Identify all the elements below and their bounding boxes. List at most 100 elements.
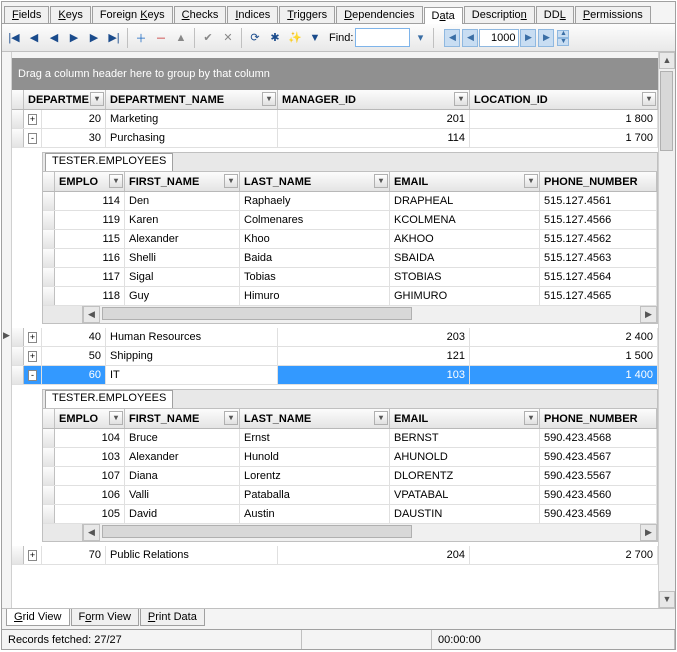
tab-data[interactable]: Data <box>424 7 463 24</box>
cell-location-id[interactable]: 1 500 <box>470 347 658 365</box>
expand-icon[interactable]: + <box>28 114 37 125</box>
cell-email[interactable]: SBAIDA <box>390 249 540 267</box>
cell-department-id[interactable]: 40 <box>42 328 106 346</box>
cell-employee-id[interactable]: 104 <box>55 429 125 447</box>
refresh-button[interactable]: ⟳ <box>246 28 264 48</box>
hscroll-thumb[interactable] <box>102 307 412 320</box>
cell-department-name[interactable]: Marketing <box>106 110 278 128</box>
spin-down-button[interactable]: ▼ <box>557 38 569 46</box>
nav-last-button[interactable]: ▶| <box>105 28 123 48</box>
cell-last-name[interactable]: Himuro <box>240 287 390 305</box>
cell-employee-id[interactable]: 114 <box>55 192 125 210</box>
cell-last-name[interactable]: Tobias <box>240 268 390 286</box>
chevron-down-icon[interactable]: ▾ <box>90 92 104 106</box>
page-size-input[interactable]: 1000 <box>479 29 519 47</box>
cell-department-name[interactable]: Purchasing <box>106 129 278 147</box>
cell-phone[interactable]: 590.423.4569 <box>540 505 657 523</box>
cell-phone[interactable]: 515.127.4561 <box>540 192 657 210</box>
nested-row[interactable]: 104 Bruce Ernst BERNST 590.423.4568 <box>43 429 657 448</box>
cell-phone[interactable]: 515.127.4564 <box>540 268 657 286</box>
cell-phone[interactable]: 515.127.4566 <box>540 211 657 229</box>
cell-location-id[interactable]: 1 400 <box>470 366 658 384</box>
cell-last-name[interactable]: Hunold <box>240 448 390 466</box>
col-employee-id[interactable]: EMPLO▾ <box>55 172 125 191</box>
cell-department-name[interactable]: Shipping <box>106 347 278 365</box>
cell-manager-id[interactable]: 114 <box>278 129 470 147</box>
cell-employee-id[interactable]: 106 <box>55 486 125 504</box>
col-phone[interactable]: PHONE_NUMBER <box>540 409 657 428</box>
tab-description[interactable]: Description <box>464 6 535 23</box>
cell-last-name[interactable]: Colmenares <box>240 211 390 229</box>
nav-first-button[interactable]: |◀ <box>5 28 23 48</box>
tab-keys[interactable]: Keys <box>50 6 90 23</box>
master-row[interactable]: - 30 Purchasing 114 1 700 <box>12 129 658 148</box>
chevron-down-icon[interactable]: ▾ <box>109 174 123 188</box>
scroll-down-button[interactable]: ▼ <box>659 591 675 608</box>
master-row[interactable]: + 70 Public Relations 204 2 700 <box>12 546 658 565</box>
cell-phone[interactable]: 590.423.5567 <box>540 467 657 485</box>
nested-row[interactable]: 119 Karen Colmenares KCOLMENA 515.127.45… <box>43 211 657 230</box>
col-location-id[interactable]: LOCATION_ID▾ <box>470 90 658 109</box>
cell-last-name[interactable]: Raphaely <box>240 192 390 210</box>
nested-row[interactable]: 114 Den Raphaely DRAPHEAL 515.127.4561 <box>43 192 657 211</box>
cell-first-name[interactable]: Shelli <box>125 249 240 267</box>
expand-cell[interactable]: - <box>24 366 42 384</box>
cell-email[interactable]: STOBIAS <box>390 268 540 286</box>
cell-manager-id[interactable]: 203 <box>278 328 470 346</box>
cell-last-name[interactable]: Baida <box>240 249 390 267</box>
master-row[interactable]: + 40 Human Resources 203 2 400 <box>12 328 658 347</box>
nested-row[interactable]: 116 Shelli Baida SBAIDA 515.127.4563 <box>43 249 657 268</box>
cell-phone[interactable]: 515.127.4565 <box>540 287 657 305</box>
expand-cell[interactable]: + <box>24 347 42 365</box>
expand-cell[interactable]: + <box>24 546 42 564</box>
chevron-down-icon[interactable]: ▾ <box>524 174 538 188</box>
tab-permissions[interactable]: Permissions <box>575 6 651 23</box>
find-input[interactable] <box>355 28 410 47</box>
nested-tab[interactable]: TESTER.EMPLOYEES <box>45 390 173 408</box>
tab-dependencies[interactable]: Dependencies <box>336 6 422 23</box>
nested-hscroll[interactable]: ◀ ▶ <box>43 524 657 541</box>
cell-last-name[interactable]: Austin <box>240 505 390 523</box>
expand-cell[interactable]: + <box>24 110 42 128</box>
tab-foreign-keys[interactable]: Foreign Keys <box>92 6 173 23</box>
cell-department-id[interactable]: 70 <box>42 546 106 564</box>
cell-first-name[interactable]: Den <box>125 192 240 210</box>
col-last-name[interactable]: LAST_NAME▾ <box>240 172 390 191</box>
chevron-down-icon[interactable]: ▾ <box>454 92 468 106</box>
cell-manager-id[interactable]: 201 <box>278 110 470 128</box>
cell-manager-id[interactable]: 103 <box>278 366 470 384</box>
col-phone[interactable]: PHONE_NUMBER <box>540 172 657 191</box>
tab-indices[interactable]: Indices <box>227 6 278 23</box>
cell-phone[interactable]: 590.423.4560 <box>540 486 657 504</box>
expand-icon[interactable]: + <box>28 332 37 343</box>
edit-button[interactable]: ▲ <box>172 28 190 48</box>
scroll-right-button[interactable]: ▶ <box>640 306 657 323</box>
cell-first-name[interactable]: Bruce <box>125 429 240 447</box>
cell-first-name[interactable]: Karen <box>125 211 240 229</box>
expand-icon[interactable]: + <box>28 351 37 362</box>
cell-manager-id[interactable]: 204 <box>278 546 470 564</box>
cell-employee-id[interactable]: 117 <box>55 268 125 286</box>
col-department-name[interactable]: DEPARTMENT_NAME▾ <box>106 90 278 109</box>
cell-employee-id[interactable]: 105 <box>55 505 125 523</box>
cell-first-name[interactable]: Sigal <box>125 268 240 286</box>
cell-first-name[interactable]: Diana <box>125 467 240 485</box>
vertical-scrollbar[interactable]: ▲ ▼ <box>658 52 675 608</box>
insert-row-button[interactable]: ＋ <box>132 28 150 48</box>
col-first-name[interactable]: FIRST_NAME▾ <box>125 409 240 428</box>
cell-department-id[interactable]: 30 <box>42 129 106 147</box>
chevron-down-icon[interactable]: ▾ <box>524 411 538 425</box>
cell-email[interactable]: DAUSTIN <box>390 505 540 523</box>
scroll-up-button[interactable]: ▲ <box>659 52 675 69</box>
chevron-down-icon[interactable]: ▾ <box>374 174 388 188</box>
cell-email[interactable]: GHIMURO <box>390 287 540 305</box>
collapse-icon[interactable]: - <box>28 133 37 144</box>
nested-row[interactable]: 118 Guy Himuro GHIMURO 515.127.4565 <box>43 287 657 306</box>
expand-icon[interactable]: + <box>28 550 37 561</box>
find-dropdown[interactable]: ▾ <box>411 28 429 48</box>
cancel-button[interactable]: ✕ <box>219 28 237 48</box>
cell-employee-id[interactable]: 103 <box>55 448 125 466</box>
cell-phone[interactable]: 590.423.4568 <box>540 429 657 447</box>
cell-email[interactable]: DLORENTZ <box>390 467 540 485</box>
col-last-name[interactable]: LAST_NAME▾ <box>240 409 390 428</box>
